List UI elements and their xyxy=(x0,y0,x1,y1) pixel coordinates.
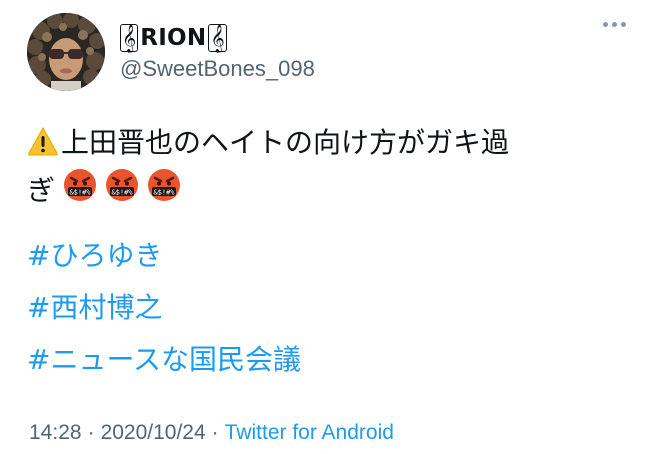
hashtag-link[interactable]: #ニュースな国民会議 xyxy=(27,334,301,386)
tweet-date[interactable]: 2020/10/24 xyxy=(101,421,206,444)
user-handle[interactable]: @SweetBones_098 xyxy=(120,55,315,83)
svg-text:&$!#%: &$!#% xyxy=(111,189,133,197)
tweet-text: 上田晋也のヘイトの向け方がガキ過 ぎ &$!#% &$!#% &$!#% xyxy=(27,122,617,214)
author-info[interactable]: 𝄞 RION 𝄞 @SweetBones_098 xyxy=(120,24,315,83)
separator: · xyxy=(87,421,95,444)
tweet-card: 𝄞 RION 𝄞 @SweetBones_098 上田晋也のヘイトの向け方がガキ… xyxy=(0,0,650,454)
display-name[interactable]: 𝄞 RION 𝄞 xyxy=(120,24,315,52)
svg-text:&$!#%: &$!#% xyxy=(69,189,91,197)
tweet-line-2: ぎ &$!#% &$!#% &$!#% xyxy=(27,168,617,214)
hashtag-list: #ひろゆき #西村博之 #ニュースな国民会議 xyxy=(27,230,301,386)
tweet-metadata: 14:28 · 2020/10/24 · Twitter for Android xyxy=(29,420,394,446)
angry-face-symbols-icon: &$!#% xyxy=(63,168,97,214)
treble-clef-icon: 𝄞 xyxy=(208,24,227,52)
tweet-time[interactable]: 14:28 xyxy=(29,421,82,444)
hashtag-link[interactable]: #ひろゆき xyxy=(27,230,301,282)
warning-icon xyxy=(27,126,59,168)
avatar-image xyxy=(27,13,105,91)
angry-face-symbols-icon: &$!#% xyxy=(105,168,139,214)
display-name-text: RION xyxy=(140,25,207,51)
more-options-icon[interactable] xyxy=(603,22,626,27)
tweet-line-2-text: ぎ xyxy=(27,174,56,207)
separator: · xyxy=(211,421,219,444)
hashtag-link[interactable]: #西村博之 xyxy=(27,282,301,334)
angry-face-symbols-icon: &$!#% xyxy=(147,168,181,214)
tweet-line-1-text: 上田晋也のヘイトの向け方がガキ過 xyxy=(61,126,510,159)
tweet-line-1: 上田晋也のヘイトの向け方がガキ過 xyxy=(27,122,617,168)
avatar[interactable] xyxy=(27,13,105,91)
tweet-source-link[interactable]: Twitter for Android xyxy=(225,421,394,444)
svg-text:&$!#%: &$!#% xyxy=(153,189,175,197)
treble-clef-icon: 𝄞 xyxy=(120,24,139,52)
